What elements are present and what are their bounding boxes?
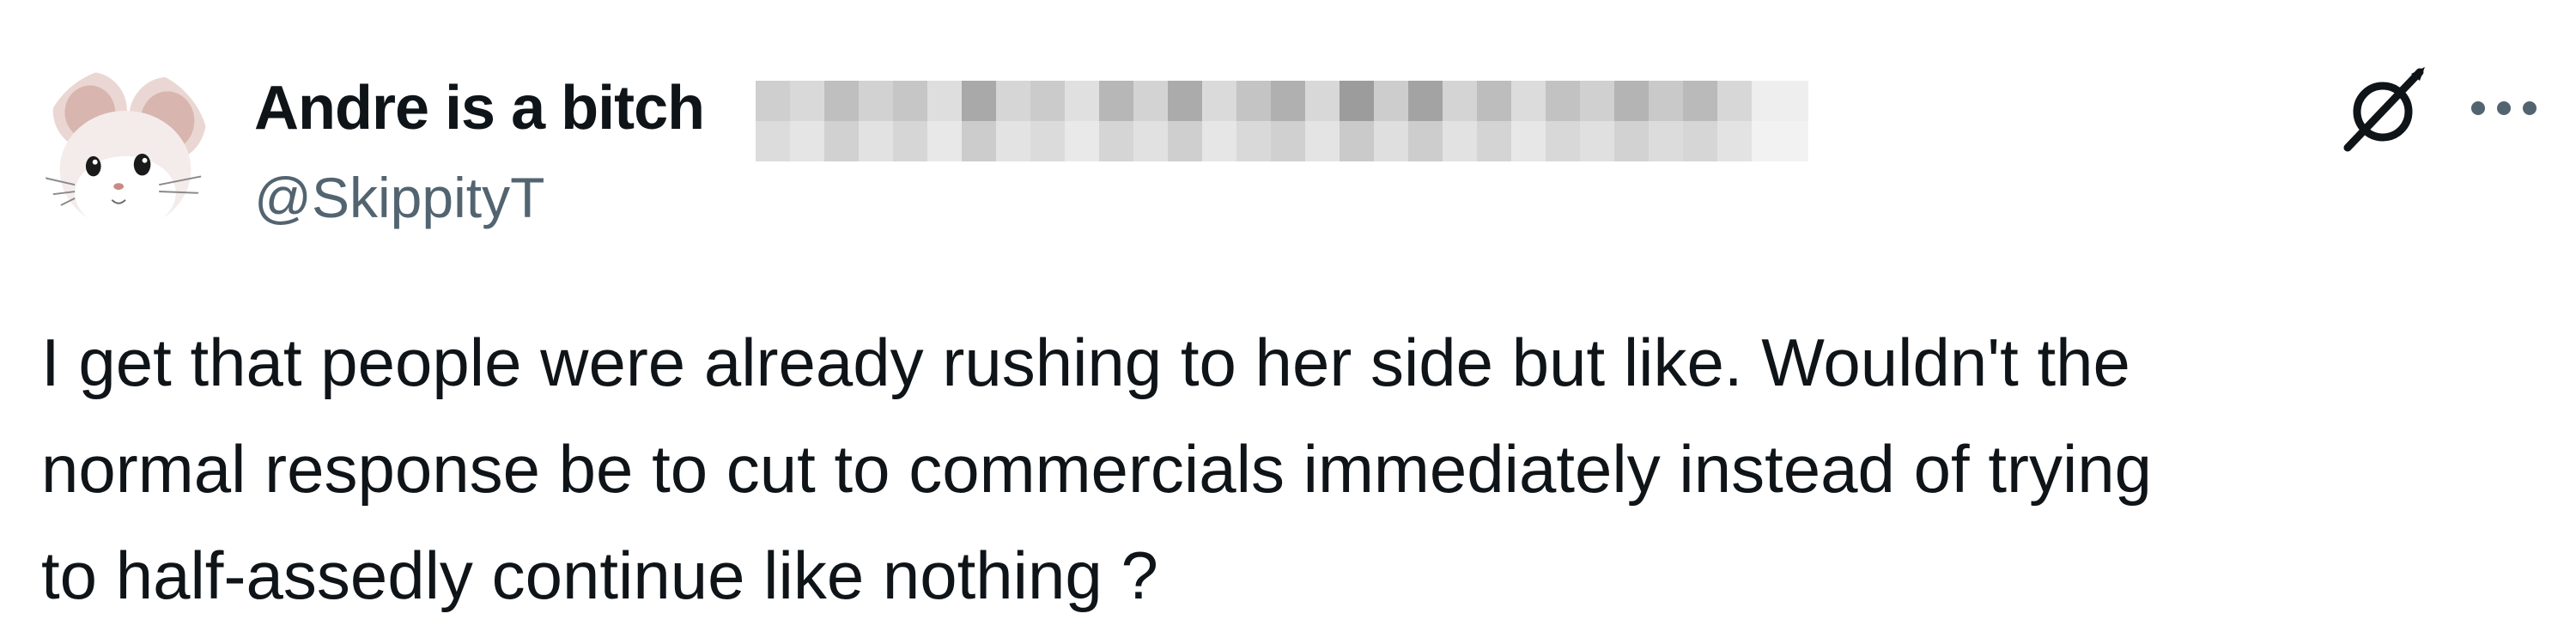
redacted-name-pixelation [756,81,1808,161]
tweet-text-line: normal response be to cut to commercials… [41,431,2153,507]
tweet-text-line: to half-assedly continue like nothing ? [41,538,1158,613]
mouse-avatar-icon [45,71,207,231]
tweet-text-line: I get that people were already rushing t… [41,325,2130,400]
tweet-text: I get that people were already rushing t… [41,309,2566,629]
user-handle[interactable]: @SkippityT [254,163,544,232]
avatar[interactable] [41,67,210,235]
display-name[interactable]: Andre is a bitch [254,70,705,146]
more-options-icon[interactable] [2463,82,2545,134]
grok-icon[interactable] [2336,62,2430,156]
